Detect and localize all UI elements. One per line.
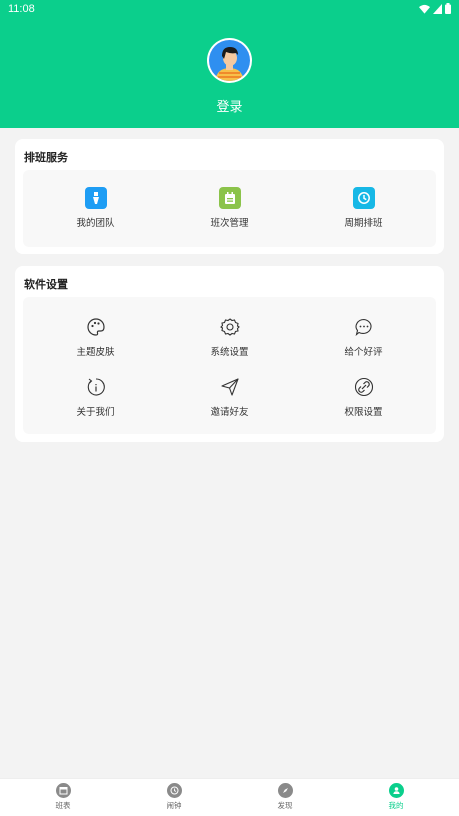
status-time: 11:08 xyxy=(8,3,35,15)
rate-us-button[interactable]: 给个好评 xyxy=(295,316,432,358)
scheduling-card: 排班服务 我的团队 班次管理 周期排班 xyxy=(15,139,444,254)
system-settings-button[interactable]: 系统设置 xyxy=(161,316,298,358)
settings-grid: 主题皮肤 系统设置 给个好评 关于我们 邀请好友 权限设置 xyxy=(23,297,436,434)
tab-discover-label: 发现 xyxy=(277,801,293,810)
shift-management-label: 班次管理 xyxy=(210,218,249,229)
status-icons xyxy=(419,3,451,14)
invite-friends-button[interactable]: 邀请好友 xyxy=(161,376,298,418)
cycle-schedule-button[interactable]: 周期排班 xyxy=(295,187,432,229)
palette-icon xyxy=(85,316,107,338)
team-icon xyxy=(84,187,107,209)
scheduling-grid: 我的团队 班次管理 周期排班 xyxy=(23,170,436,247)
shift-icon xyxy=(218,187,241,209)
tab-alarm[interactable]: 闹钟 xyxy=(117,783,231,811)
signal-icon xyxy=(433,3,442,14)
rate-us-label: 给个好评 xyxy=(344,347,383,358)
invite-friends-label: 邀请好友 xyxy=(210,407,249,418)
user-icon xyxy=(388,783,404,798)
link-icon xyxy=(353,376,375,398)
permission-settings-label: 权限设置 xyxy=(344,407,383,418)
about-us-label: 关于我们 xyxy=(76,407,115,418)
tab-mine[interactable]: 我的 xyxy=(339,783,453,811)
tab-discover[interactable]: 发现 xyxy=(228,783,342,811)
send-icon xyxy=(219,376,241,398)
user-avatar-icon xyxy=(209,40,250,81)
comment-icon xyxy=(353,316,375,338)
tab-mine-label: 我的 xyxy=(388,801,404,810)
shift-management-button[interactable]: 班次管理 xyxy=(161,187,298,229)
tab-schedule[interactable]: 班表 xyxy=(6,783,120,811)
calendar-icon xyxy=(55,783,71,798)
about-us-button[interactable]: 关于我们 xyxy=(27,376,164,418)
info-icon xyxy=(85,376,107,398)
status-bar: 11:08 xyxy=(0,0,459,20)
permission-settings-button[interactable]: 权限设置 xyxy=(295,376,432,418)
tab-alarm-label: 闹钟 xyxy=(166,801,182,810)
battery-icon xyxy=(445,3,451,14)
my-team-label: 我的团队 xyxy=(76,218,115,229)
profile-header: 11:08 登录 xyxy=(0,0,459,128)
settings-card: 软件设置 主题皮肤 系统设置 给个好评 关于我们 邀请好友 权限设置 xyxy=(15,266,444,442)
system-settings-label: 系统设置 xyxy=(210,347,249,358)
theme-skin-label: 主题皮肤 xyxy=(76,347,115,358)
bottom-tab-bar: 班表 闹钟 发现 我的 xyxy=(0,778,459,816)
cycle-schedule-label: 周期排班 xyxy=(344,218,383,229)
tab-schedule-label: 班表 xyxy=(55,801,71,810)
theme-skin-button[interactable]: 主题皮肤 xyxy=(27,316,164,358)
cycle-icon xyxy=(352,187,375,209)
login-link[interactable]: 登录 xyxy=(0,96,459,115)
my-team-button[interactable]: 我的团队 xyxy=(27,187,164,229)
scheduling-title: 排班服务 xyxy=(24,151,68,164)
avatar[interactable] xyxy=(207,38,252,83)
discover-icon xyxy=(277,783,293,798)
clock-icon xyxy=(166,783,182,798)
settings-title: 软件设置 xyxy=(24,278,68,291)
wifi-icon xyxy=(419,4,430,14)
gear-icon xyxy=(219,316,241,338)
